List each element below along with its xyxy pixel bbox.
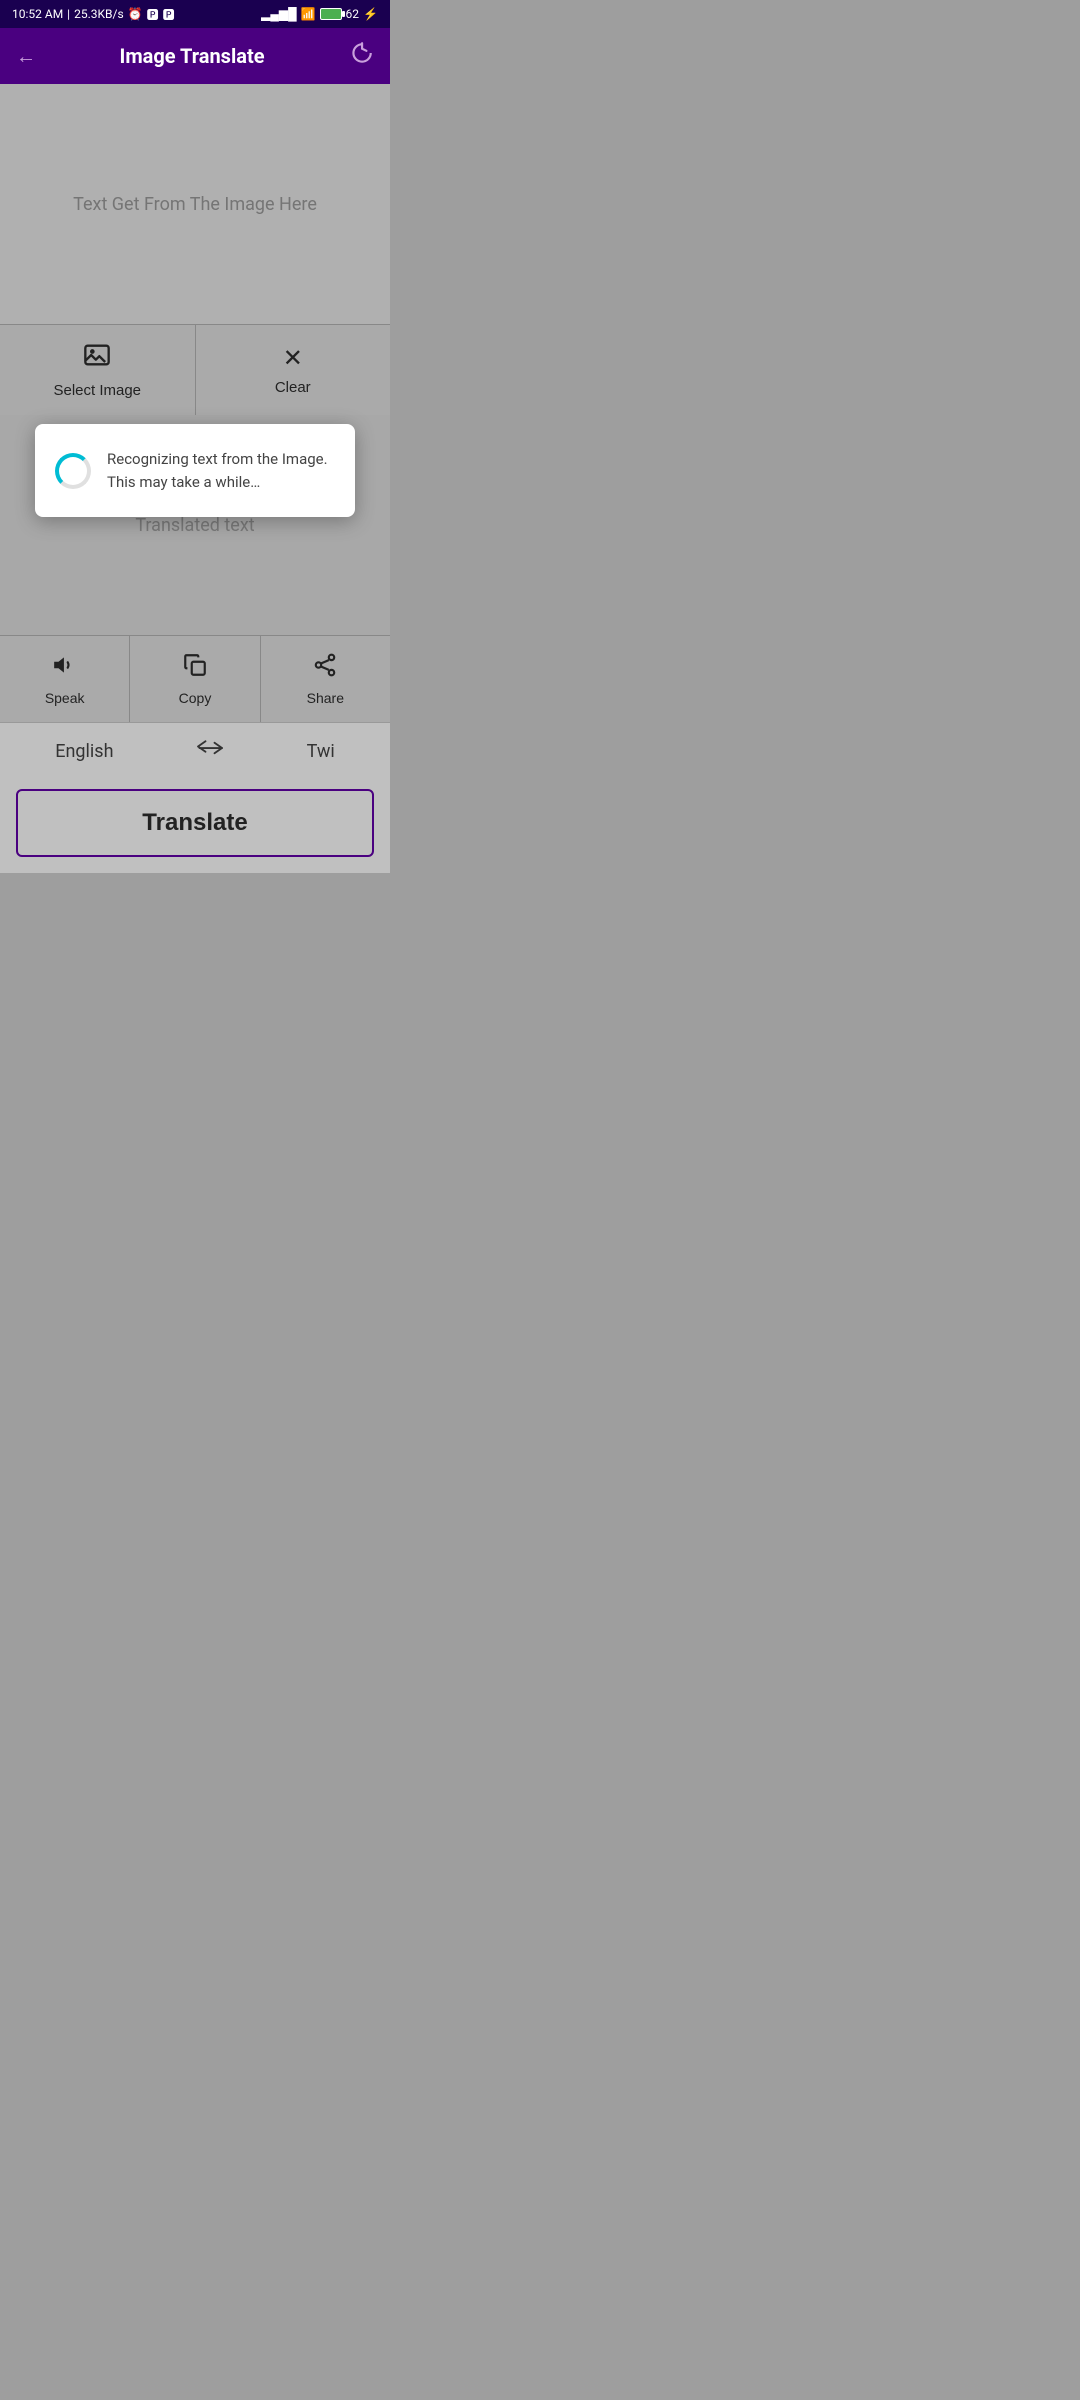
signal-icon: ▂▄▆█ xyxy=(261,7,296,21)
alarm-icon: ⏰ xyxy=(128,7,143,21)
translate-btn-area: Translate xyxy=(0,779,390,873)
charging-icon: ⚡ xyxy=(363,7,378,21)
clear-button[interactable]: ✕ Clear xyxy=(196,325,391,415)
music-icon: 🅿 xyxy=(147,6,159,23)
loading-message-line1: Recognizing text from the Image. xyxy=(107,450,328,468)
history-button[interactable] xyxy=(348,40,374,72)
main-content: Text Get From The Image Here Select Imag… xyxy=(0,84,390,722)
bottom-actions-row: Speak Copy Share xyxy=(0,635,390,722)
status-separator: | xyxy=(67,7,70,21)
loading-dialog-wrapper: Recognizing text from the Image. This ma… xyxy=(0,424,390,517)
loading-text: Recognizing text from the Image. This ma… xyxy=(107,448,328,493)
speak-icon xyxy=(52,652,78,684)
app-icon2: 🅿 xyxy=(163,6,175,23)
loading-dialog: Recognizing text from the Image. This ma… xyxy=(35,424,355,517)
share-label: Share xyxy=(307,690,344,706)
battery-icon xyxy=(320,8,342,20)
wifi-icon: 📶 xyxy=(301,7,316,21)
status-bar: 10:52 AM | 25.3KB/s ⏰ 🅿 🅿 ▂▄▆█ 📶 62 ⚡ xyxy=(0,0,390,28)
share-icon xyxy=(312,652,338,684)
action-buttons-row: Select Image ✕ Clear xyxy=(0,324,390,415)
status-speed: 25.3KB/s xyxy=(74,7,124,21)
swap-languages-button[interactable] xyxy=(192,737,228,765)
select-image-label: Select Image xyxy=(53,382,141,399)
share-button[interactable]: Share xyxy=(261,636,390,722)
select-image-icon xyxy=(83,341,111,376)
speak-label: Speak xyxy=(45,690,85,706)
back-button[interactable]: ← xyxy=(16,44,36,69)
clear-icon: ✕ xyxy=(283,344,303,373)
battery-percent: 62 xyxy=(346,7,360,21)
app-bar: ← Image Translate xyxy=(0,28,390,84)
loading-spinner xyxy=(55,453,91,489)
copy-button[interactable]: Copy xyxy=(130,636,260,722)
copy-icon xyxy=(182,652,208,684)
translated-text-placeholder: Translated text xyxy=(135,515,254,536)
copy-label: Copy xyxy=(179,690,212,706)
speak-button[interactable]: Speak xyxy=(0,636,130,722)
source-language[interactable]: English xyxy=(55,741,113,762)
clear-label: Clear xyxy=(275,379,311,396)
translate-button[interactable]: Translate xyxy=(16,789,374,857)
select-image-button[interactable]: Select Image xyxy=(0,325,196,415)
image-text-placeholder: Text Get From The Image Here xyxy=(73,194,317,215)
app-bar-title: Image Translate xyxy=(119,44,264,68)
status-time: 10:52 AM xyxy=(12,7,63,21)
status-right: ▂▄▆█ 📶 62 ⚡ xyxy=(261,7,378,21)
text-from-image-area: Text Get From The Image Here xyxy=(0,84,390,324)
loading-message-line2: This may take a while… xyxy=(107,473,260,491)
language-bar: English Twi xyxy=(0,722,390,779)
target-language[interactable]: Twi xyxy=(307,741,335,762)
status-left: 10:52 AM | 25.3KB/s ⏰ 🅿 🅿 xyxy=(12,6,175,23)
